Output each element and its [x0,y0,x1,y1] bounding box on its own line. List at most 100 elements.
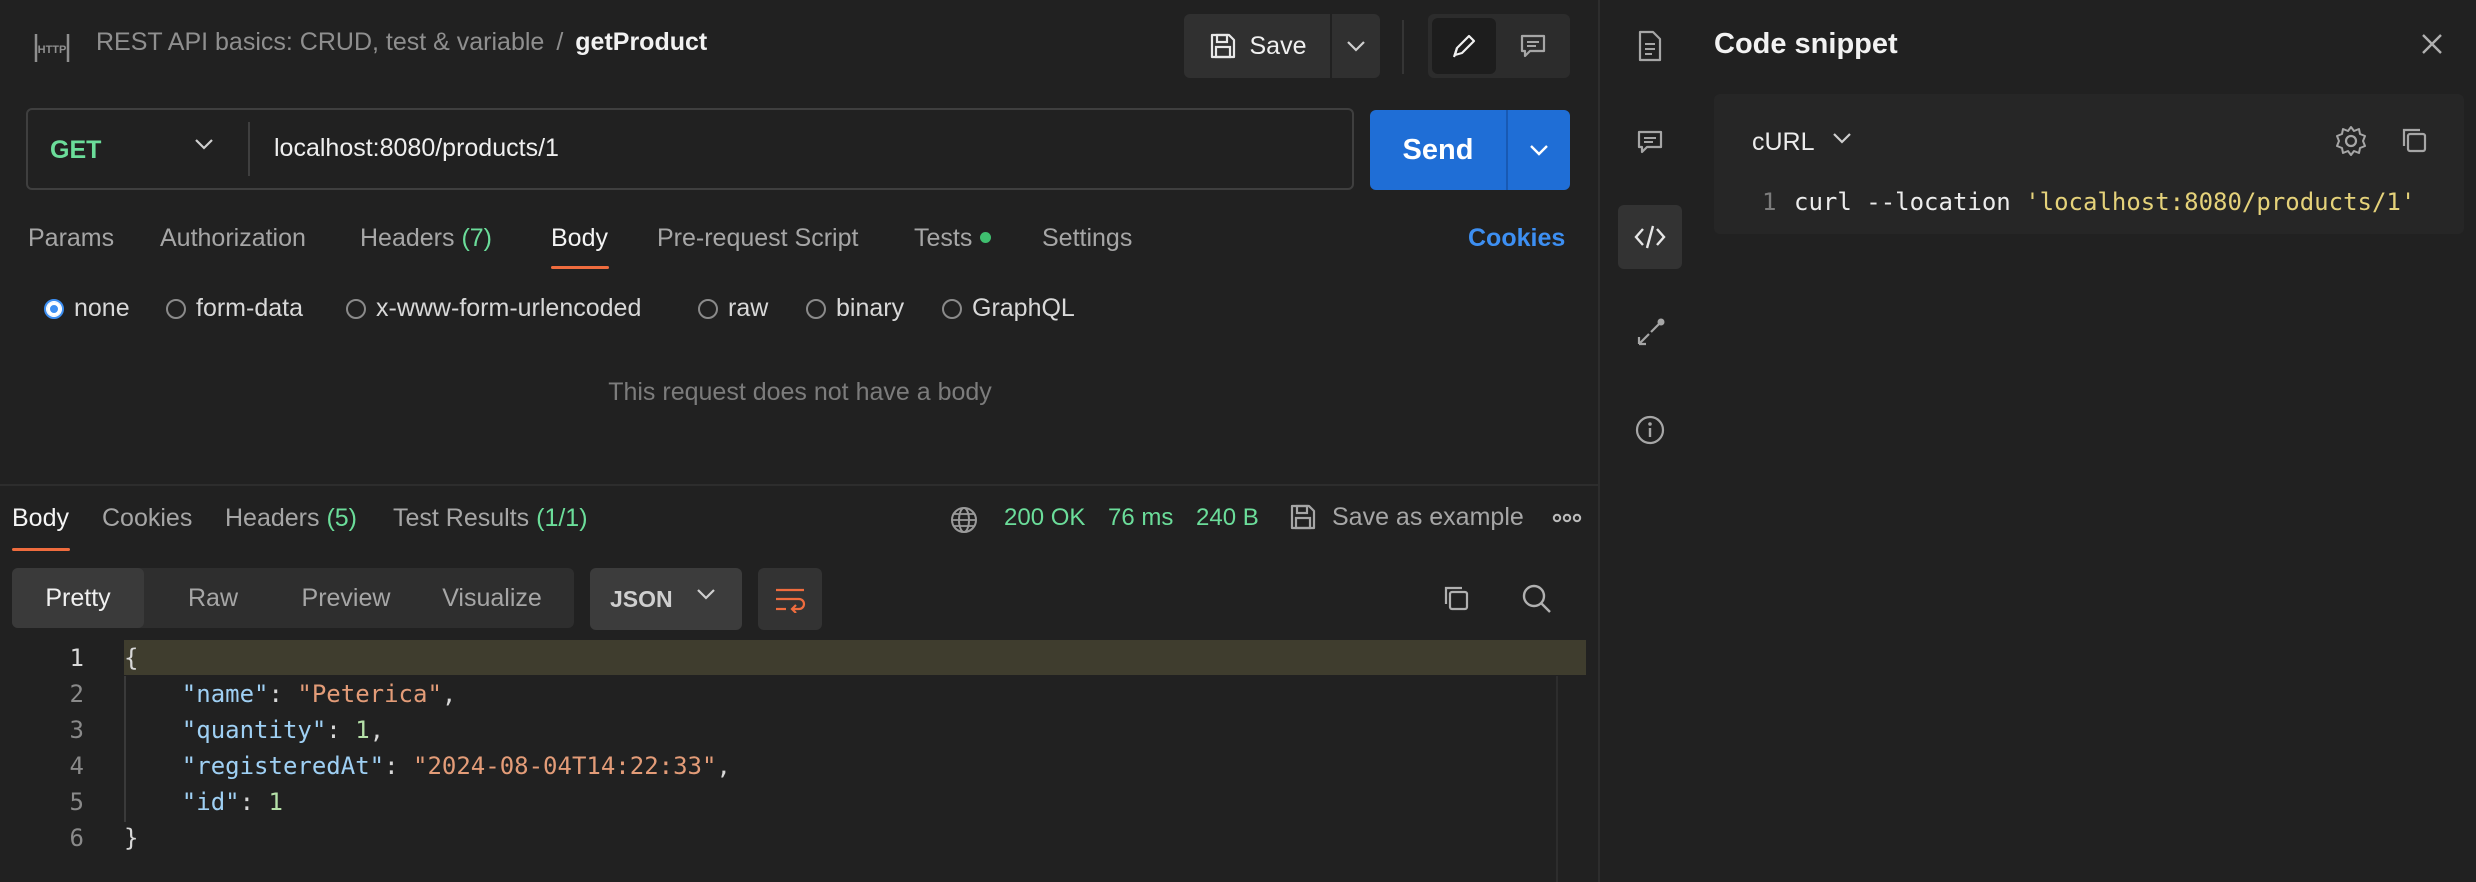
view-preview-button[interactable]: Preview [282,568,410,628]
code-line[interactable]: } [124,824,138,852]
code-snippet-rail-button[interactable] [1618,205,1682,269]
pane-resize-handle[interactable] [0,484,1600,486]
request-url-bar: GET [26,108,1354,190]
wrap-lines-button[interactable] [758,568,822,630]
svg-text:HTTP: HTTP [38,44,67,56]
copy-icon[interactable] [1440,582,1472,614]
response-status[interactable]: 200 OK [1004,504,1085,532]
method-label: GET [50,136,102,164]
chevron-down-icon [1346,40,1366,52]
json-key: "name" [181,680,269,708]
comments-mode-button[interactable] [1500,18,1566,74]
response-tab-test-results-label: Test Results [393,504,530,532]
body-type-form-data[interactable]: form-data [166,294,303,323]
body-type-label: GraphQL [972,294,1075,322]
method-select[interactable]: GET [28,110,248,188]
tab-params[interactable]: Params [28,224,114,253]
tab-headers-label: Headers [360,224,455,252]
divider [248,122,250,176]
radio[interactable] [806,298,826,319]
response-format-select[interactable]: JSON [590,568,742,630]
tab-headers[interactable]: Headers (7) [360,224,492,253]
response-tab-headers-count: (5) [326,504,358,532]
response-size[interactable]: 240 B [1196,504,1259,532]
response-tab-cookies[interactable]: Cookies [102,504,192,533]
snippet-code-line[interactable]: curl --location 'localhost:8080/products… [1794,188,2415,216]
json-brace: { [124,644,139,672]
response-tab-test-results[interactable]: Test Results (1/1) [393,504,588,533]
comment-icon [1518,31,1548,61]
code-line[interactable]: "name": "Peterica", [124,680,457,708]
code-line[interactable]: "registeredAt": "2024-08-04T14:22:33", [124,752,731,780]
body-type-x-www-form-urlencoded[interactable]: x-www-form-urlencoded [346,294,641,323]
code-line[interactable]: "id": 1 [124,788,283,816]
snippet-panel-title: Code snippet [1714,28,1898,60]
tab-body[interactable]: Body [551,224,608,253]
json-key: "quantity" [181,716,327,744]
send-button[interactable]: Send [1370,110,1506,190]
save-button[interactable]: Save [1184,14,1330,78]
body-type-label: x-www-form-urlencoded [376,294,642,322]
pencil-icon [1449,31,1479,61]
radio[interactable] [942,298,962,319]
json-string: "Peterica" [297,680,442,708]
snippet-language-select[interactable]: cURL [1752,128,1815,157]
radio-selected[interactable] [44,298,64,319]
line-number: 4 [69,752,84,780]
tab-headers-count: (7) [461,224,493,252]
comments-rail-button[interactable] [1618,110,1682,174]
body-type-graphql[interactable]: GraphQL [942,294,1075,323]
save-label: Save [1249,31,1307,60]
tab-tests[interactable]: Tests [914,224,992,253]
line-number: 5 [69,788,84,816]
snippet-command: curl --location [1794,188,2026,216]
code-icon [1633,223,1667,251]
format-label: JSON [610,586,673,612]
gear-icon[interactable] [2334,124,2368,158]
mode-toggle-group [1428,14,1570,78]
radio[interactable] [698,298,718,319]
code-line[interactable]: { [124,644,138,672]
breadcrumb-collection[interactable]: REST API basics: CRUD, test & variable [96,28,544,56]
response-tab-body[interactable]: Body [12,504,69,533]
response-tab-headers[interactable]: Headers (5) [225,504,357,533]
info-rail-button[interactable] [1618,398,1682,462]
radio[interactable] [166,298,186,319]
tab-authorization[interactable]: Authorization [160,224,306,253]
edit-mode-button[interactable] [1432,18,1496,74]
breadcrumb-request-name[interactable]: getProduct [575,28,707,56]
related-collections-rail-button[interactable] [1618,302,1682,366]
search-icon[interactable] [1520,582,1554,616]
response-view-group: Pretty Raw Preview Visualize [12,568,574,628]
view-pretty-button[interactable]: Pretty [12,568,144,628]
current-line-highlight [124,640,1586,675]
view-raw-button[interactable]: Raw [144,568,282,628]
documentation-rail-button[interactable] [1618,14,1682,78]
more-options-icon[interactable] [1552,508,1582,528]
globe-icon[interactable] [948,504,980,536]
body-type-label: binary [836,294,905,322]
line-number: 1 [69,644,84,672]
copy-icon[interactable] [2398,124,2430,156]
tab-tests-label: Tests [914,224,973,252]
code-line[interactable]: "quantity": 1, [124,716,384,744]
save-as-example-button[interactable]: Save as example [1288,502,1524,532]
cookies-link[interactable]: Cookies [1468,224,1565,253]
close-icon[interactable] [2418,30,2446,58]
body-type-binary[interactable]: binary [806,294,904,323]
chevron-down-icon[interactable] [1832,132,1852,144]
save-icon [1288,502,1318,532]
view-visualize-button[interactable]: Visualize [410,568,574,628]
tab-settings[interactable]: Settings [1042,224,1132,253]
radio[interactable] [346,298,366,319]
url-input[interactable] [274,134,1334,163]
save-options-dropdown[interactable] [1332,14,1380,78]
document-icon [1635,29,1665,63]
body-type-raw[interactable]: raw [698,294,768,323]
body-type-none[interactable]: none [44,294,130,323]
send-options-dropdown[interactable] [1508,110,1570,190]
info-icon [1634,414,1666,446]
response-time[interactable]: 76 ms [1108,504,1173,532]
active-tab-indicator [551,266,609,269]
tab-prerequest-script[interactable]: Pre-request Script [657,224,858,253]
